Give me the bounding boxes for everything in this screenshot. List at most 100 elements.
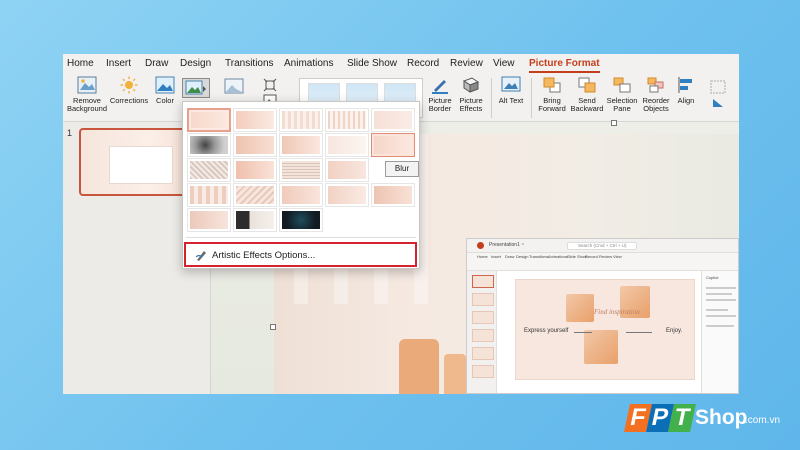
color-button[interactable]: Color [151,76,179,105]
embedded-tab: Animations [548,254,568,259]
tab-record[interactable]: Record [407,58,439,69]
effect-glass[interactable] [187,183,231,207]
effect-chalk-sketch[interactable] [187,133,231,157]
effect-light-screen[interactable] [187,158,231,182]
panel-text-line [706,315,736,317]
effect-texturizer[interactable] [279,183,323,207]
embedded-app-icon [477,242,484,249]
tab-picture-format[interactable]: Picture Format [529,58,600,73]
picture-effects-label: Picture Effects [459,96,483,113]
effect-plastic-wrap[interactable] [187,208,231,232]
embedded-screenshot[interactable]: Presentation1 ~ Search (Cmd + Ctrl + U) … [466,238,739,394]
alt-text-icon [501,76,521,92]
effect-crisscross-etching[interactable] [325,183,369,207]
group-icon [710,80,726,94]
panel-text-line [706,287,736,289]
bring-forward-button[interactable]: Bring Forward [537,76,567,113]
embedded-panel-title: Copilot [706,275,719,280]
transparency-button[interactable] [223,78,245,96]
effect-tooltip: Blur [385,161,419,177]
tab-home[interactable]: Home [67,58,94,69]
selection-pane-icon [613,77,631,93]
effect-cutout[interactable] [233,208,277,232]
embedded-slide-thumb [472,275,494,288]
vase-image [399,339,439,394]
reorder-objects-button[interactable]: Reorder Objects [639,76,673,113]
embedded-tab: Design [516,254,529,259]
tab-insert[interactable]: Insert [106,58,131,69]
embedded-connector-line [626,332,652,333]
picture-border-label: Picture Border [428,96,452,113]
effect-film-grain[interactable] [279,158,323,182]
embedded-toolbar [467,261,738,271]
tab-review[interactable]: Review [450,58,483,69]
send-backward-button[interactable]: Send Backward [569,76,605,113]
embedded-slide-thumb [472,347,494,360]
tab-draw[interactable]: Draw [145,58,168,69]
embedded-search-text: Search (Cmd + Ctrl + U) [578,243,627,248]
remove-background-label: Remove Background [66,96,108,113]
effect-pencil-sketch[interactable] [325,108,369,132]
tab-transitions[interactable]: Transitions [225,58,274,69]
pen-icon [432,80,448,94]
effect-none[interactable] [187,108,231,132]
rotation-handle[interactable] [611,120,617,126]
resize-handle[interactable] [270,324,276,330]
effect-mosaic-bubbles[interactable] [325,158,369,182]
artistic-effects-button[interactable] [182,78,210,98]
embedded-photo [566,294,594,322]
align-label: Align [677,96,695,105]
embedded-tab: Draw [505,254,515,259]
effect-paint-brush[interactable] [279,133,323,157]
embedded-slide-thumb [472,365,494,378]
effect-paint-strokes[interactable] [233,133,277,157]
panel-text-line [706,309,728,311]
slide-thumbnail[interactable] [79,128,199,196]
reorder-objects-icon [647,77,664,93]
picture-border-button[interactable]: Picture Border [426,76,454,113]
tab-slide-show[interactable]: Slide Show [347,58,397,69]
effect-photocopy[interactable] [279,208,323,232]
embedded-tabs: Home Insert Draw Design Transitions Anim… [467,253,738,261]
picture-effects-icon [462,77,480,93]
embedded-slide-thumb [472,293,494,306]
embedded-title-bar: Presentation1 ~ Search (Cmd + Ctrl + U) [467,239,738,253]
picture-effects-button[interactable]: Picture Effects [456,76,486,113]
alt-text-label: Alt Text [498,96,524,105]
transparency-icon [224,78,244,94]
embedded-slide-thumb [472,329,494,342]
effect-pencil-grayscale[interactable] [279,108,323,132]
tab-design[interactable]: Design [180,58,211,69]
embedded-text-express: Express yourself [524,328,569,334]
alt-text-button[interactable]: Alt Text [498,76,524,105]
corrections-button[interactable]: Corrections [109,76,149,105]
selection-pane-label: Selection Pane [606,96,638,113]
panel-text-line [706,299,736,301]
selection-pane-button[interactable]: Selection Pane [605,76,639,113]
panel-text-line [706,325,734,327]
effect-blur[interactable] [371,133,415,157]
slide-number: 1 [67,128,73,138]
effect-marker[interactable] [233,108,277,132]
remove-background-icon [77,76,97,94]
effect-line-drawing[interactable] [371,108,415,132]
embedded-slide: Find inspiration Express yourself Enjoy. [515,279,695,380]
align-icon [678,77,692,93]
artistic-effects-options-label: Artistic Effects Options... [212,250,316,261]
sun-icon [120,76,138,94]
effect-cement[interactable] [233,183,277,207]
effect-watercolor-sponge[interactable] [233,158,277,182]
ribbon-tabs: Home Insert Draw Design Transitions Anim… [63,54,739,74]
panel-text-line [706,293,732,295]
effect-glow-diffused[interactable] [325,133,369,157]
group-rotate-buttons[interactable] [703,80,733,112]
tab-animations[interactable]: Animations [284,58,333,69]
align-button[interactable]: Align [673,76,699,105]
thumbnail-embedded-image [109,146,173,184]
artistic-effects-options-button[interactable]: Artistic Effects Options... [184,242,417,267]
tab-view[interactable]: View [493,58,515,69]
remove-background-button[interactable]: Remove Background [65,76,109,113]
embedded-tab: Insert [491,254,502,259]
effect-pastels-smooth[interactable] [371,183,415,207]
picture-color-icon [155,76,175,94]
